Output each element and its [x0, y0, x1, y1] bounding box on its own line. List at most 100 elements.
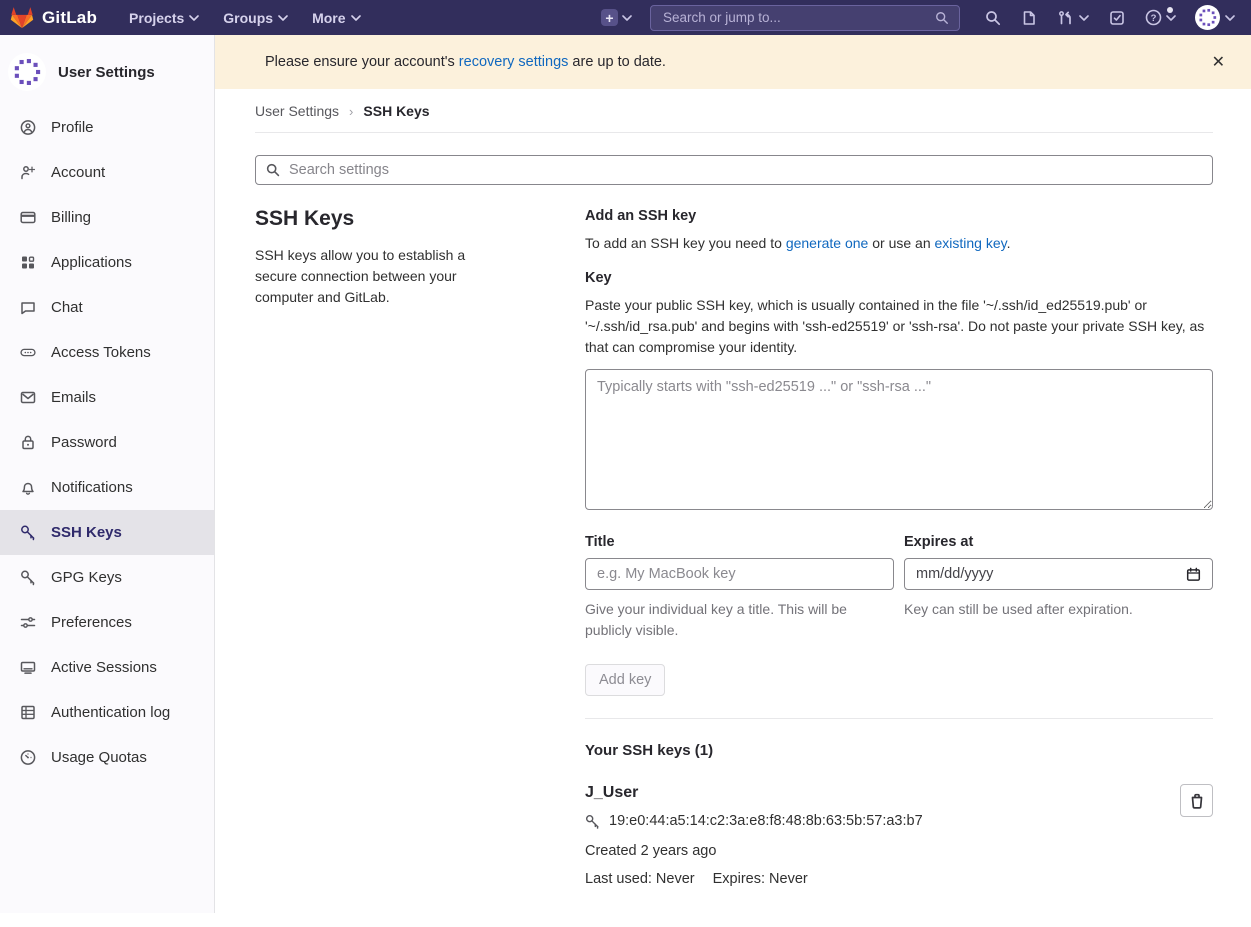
sidebar-item-usage-quotas[interactable]: Usage Quotas: [0, 735, 214, 780]
sidebar-item-account[interactable]: Account: [0, 150, 214, 195]
nav-projects-menu[interactable]: Projects: [119, 4, 209, 32]
nav-more-menu[interactable]: More: [302, 4, 370, 32]
existing-key-link[interactable]: existing key: [935, 235, 1007, 251]
monitor-icon: [20, 659, 36, 676]
recovery-settings-alert: Please ensure your account's recovery se…: [215, 35, 1251, 89]
sidebar-item-ssh-keys[interactable]: SSH Keys: [0, 510, 214, 555]
key-icon: [20, 569, 36, 586]
close-icon[interactable]: ✕: [1204, 48, 1233, 76]
chevron-down-icon: [351, 15, 361, 21]
section-intro: SSH Keys SSH keys allow you to establish…: [255, 207, 585, 887]
brand-name: GitLab: [42, 8, 97, 28]
add-key-button[interactable]: Add key: [585, 664, 665, 696]
sidebar-header: User Settings: [0, 45, 214, 105]
main-content: Please ensure your account's recovery se…: [215, 0, 1251, 927]
chat-bubble-icon: [20, 299, 36, 316]
key-fingerprint: 19:e0:44:a5:14:c2:3a:e8:f8:48:8b:63:5b:5…: [609, 813, 923, 829]
sidebar-item-password[interactable]: Password: [0, 420, 214, 465]
sidebar-item-gpg-keys[interactable]: GPG Keys: [0, 555, 214, 600]
key-title-input[interactable]: [585, 558, 894, 590]
bell-icon: [20, 479, 36, 496]
chevron-down-icon: [1079, 15, 1089, 21]
key-expires: Expires: Never: [713, 871, 808, 887]
sidebar-item-applications[interactable]: Applications: [0, 240, 214, 285]
issues-button[interactable]: [1014, 5, 1044, 31]
key-field-help: Paste your public SSH key, which is usua…: [585, 295, 1213, 358]
delete-key-button[interactable]: [1180, 784, 1213, 817]
ssh-key-form-column: Add an SSH key To add an SSH key you nee…: [585, 207, 1213, 887]
ssh-key-textarea[interactable]: [585, 369, 1213, 510]
chevron-down-icon: [622, 15, 632, 21]
chevron-down-icon: [189, 15, 199, 21]
sidebar-item-chat[interactable]: Chat: [0, 285, 214, 330]
chevron-down-icon: [278, 15, 288, 21]
sidebar-title: User Settings: [58, 64, 155, 81]
gauge-icon: [20, 749, 36, 766]
avatar: [8, 53, 46, 91]
trash-icon: [1189, 793, 1205, 809]
log-table-icon: [20, 704, 36, 721]
chevron-right-icon: ›: [349, 104, 353, 119]
sidebar-item-emails[interactable]: Emails: [0, 375, 214, 420]
user-menu-button[interactable]: [1189, 1, 1241, 34]
key-icon: [585, 814, 600, 829]
new-menu-button[interactable]: +: [595, 5, 638, 30]
page-description: SSH keys allow you to establish a secure…: [255, 245, 510, 308]
search-icon: [266, 163, 280, 177]
calendar-icon[interactable]: [1186, 567, 1201, 582]
token-pill-icon: [20, 344, 36, 361]
title-field-help: Give your individual key a title. This w…: [585, 599, 865, 641]
breadcrumb-user-settings[interactable]: User Settings: [255, 103, 339, 119]
key-last-used: Last used: Never: [585, 871, 695, 887]
navbar-right: + ?: [595, 1, 1241, 34]
todos-button[interactable]: [1102, 5, 1132, 31]
key-name-link[interactable]: J_User: [585, 784, 1180, 802]
expires-field-label: Expires at: [904, 534, 1213, 550]
expires-field-help: Key can still be used after expiration.: [904, 599, 1184, 620]
settings-search-input[interactable]: [287, 161, 1202, 179]
merge-requests-button[interactable]: [1050, 5, 1096, 31]
global-search-box: [650, 5, 960, 31]
sliders-icon: [20, 614, 36, 631]
global-search-input[interactable]: [661, 9, 935, 26]
expires-at-input[interactable]: mm/dd/yyyy: [904, 558, 1213, 590]
title-field-group: Title Give your individual key a title. …: [585, 534, 894, 641]
chevron-down-icon: [1225, 15, 1235, 21]
section-divider: [585, 718, 1213, 719]
help-menu-button[interactable]: ?: [1138, 4, 1183, 31]
breadcrumb: User Settings › SSH Keys: [255, 89, 1213, 133]
generate-one-link[interactable]: generate one: [786, 235, 869, 251]
page-title: SSH Keys: [255, 207, 585, 231]
settings-sidebar: User Settings Profile Account Billing Ap…: [0, 35, 215, 913]
breadcrumb-ssh-keys: SSH Keys: [363, 103, 429, 119]
nav-groups-menu[interactable]: Groups: [213, 4, 298, 32]
gitlab-home-link[interactable]: GitLab: [10, 6, 97, 29]
sidebar-item-active-sessions[interactable]: Active Sessions: [0, 645, 214, 690]
sidebar-item-profile[interactable]: Profile: [0, 105, 214, 150]
profile-icon: [20, 119, 36, 136]
sidebar-item-billing[interactable]: Billing: [0, 195, 214, 240]
form-intro: To add an SSH key you need to generate o…: [585, 233, 1213, 253]
sidebar-item-authentication-log[interactable]: Authentication log: [0, 690, 214, 735]
alert-text: Please ensure your account's recovery se…: [265, 54, 666, 70]
notification-dot: [1167, 7, 1173, 13]
recovery-settings-link[interactable]: recovery settings: [459, 54, 569, 70]
sidebar-item-access-tokens[interactable]: Access Tokens: [0, 330, 214, 375]
form-heading: Add an SSH key: [585, 208, 1213, 224]
gitlab-logo-icon: [10, 6, 34, 29]
plus-icon: +: [601, 9, 618, 26]
account-icon: [20, 164, 36, 181]
search-button[interactable]: [978, 5, 1008, 31]
sidebar-item-notifications[interactable]: Notifications: [0, 465, 214, 510]
lock-icon: [20, 434, 36, 451]
top-navbar: GitLab Projects Groups More +: [0, 0, 1251, 35]
key-icon: [20, 524, 36, 541]
ssh-key-list-item: J_User 19:e0:44:a5:14:c2:3a:e8:f8:48:8b:…: [585, 784, 1213, 887]
key-field-label: Key: [585, 270, 1213, 286]
avatar: [1195, 5, 1220, 30]
key-created-text: Created 2 years ago: [585, 843, 1180, 859]
title-field-label: Title: [585, 534, 894, 550]
date-placeholder: mm/dd/yyyy: [916, 566, 993, 582]
sidebar-item-preferences[interactable]: Preferences: [0, 600, 214, 645]
keys-list-heading: Your SSH keys (1): [585, 742, 1213, 759]
